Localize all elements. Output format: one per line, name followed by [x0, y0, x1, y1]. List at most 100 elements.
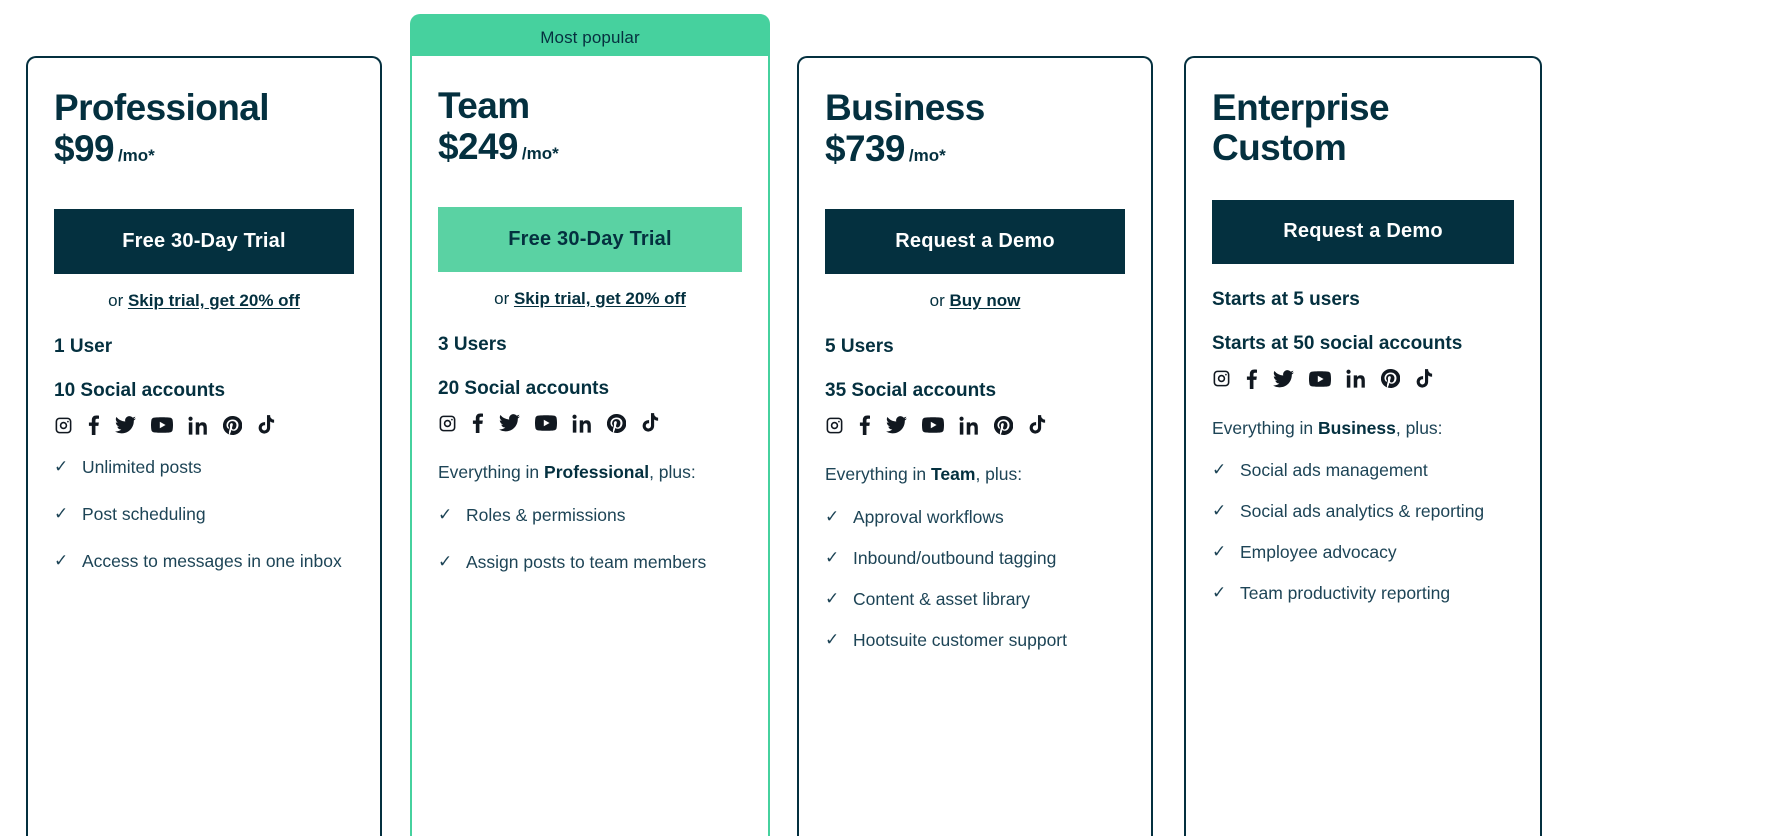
plan-cta-button[interactable]: Free 30-Day Trial	[54, 208, 354, 274]
twitter-icon	[115, 416, 136, 434]
feature-label: Approval workflows	[853, 507, 1004, 528]
plan-price-row: $249 /mo*	[438, 127, 742, 167]
feature-label: Employee advocacy	[1240, 541, 1397, 562]
twitter-icon	[1273, 369, 1294, 388]
social-network-icons	[54, 413, 354, 437]
feature-label: Social ads management	[1240, 460, 1428, 481]
feature-label: Unlimited posts	[82, 457, 202, 478]
alt-offer-line: or Skip trial, get 20% off	[54, 291, 354, 311]
plan-price-row: $99 /mo*	[54, 127, 354, 169]
plan-cta-button[interactable]: Request a Demo	[825, 208, 1125, 274]
youtube-icon	[535, 415, 557, 432]
feature-label: Social ads analytics & reporting	[1240, 501, 1485, 522]
facebook-icon	[88, 415, 100, 436]
alt-offer-link[interactable]: Buy now	[950, 291, 1021, 310]
alt-offer-link[interactable]: Skip trial, get 20% off	[514, 289, 686, 308]
linkedin-icon	[959, 416, 979, 435]
inherits-prefix: Everything in	[825, 464, 932, 485]
feature-list: ✓ Roles & permissions ✓ Assign posts to te…	[438, 501, 742, 577]
plan-card-business[interactable]: Business $739 /mo* Request a Demo or Buy…	[797, 56, 1153, 836]
feature-list: ✓ Social ads management ✓ Social ads analy…	[1212, 456, 1514, 608]
feature-label: Inbound/outbound tagging	[853, 547, 1057, 568]
inherits-plan: Team	[931, 464, 976, 485]
plan-price: Custom	[1212, 126, 1347, 168]
plan-users: 3 Users	[438, 333, 507, 355]
plan-price: $99	[54, 127, 115, 169]
plan-card-enterprise[interactable]: Enterprise Custom Request a Demo Starts …	[1184, 56, 1542, 836]
check-icon: ✓	[54, 457, 69, 477]
youtube-icon	[922, 417, 944, 434]
plan-period: /mo*	[117, 145, 155, 165]
feature-item: ✓ Social ads management	[1212, 456, 1514, 485]
youtube-icon	[1309, 370, 1331, 387]
tiktok-icon	[1415, 368, 1433, 389]
inherits-prefix: Everything in	[1212, 417, 1319, 438]
inherits-prefix: Everything in	[438, 462, 545, 483]
feature-label: Content & asset library	[853, 588, 1031, 609]
social-network-icons	[1212, 367, 1514, 391]
plan-cta-button[interactable]: Free 30-Day Trial	[438, 206, 742, 272]
check-icon: ✓	[825, 588, 840, 608]
most-popular-label: Most popular	[540, 28, 640, 47]
feature-label: Hootsuite customer support	[853, 629, 1067, 650]
pinterest-icon	[607, 413, 626, 433]
plan-card-team[interactable]: Team $249 /mo* Free 30-Day Trial or Skip…	[410, 56, 770, 836]
pricing-table: Most popular Professional $99 /mo* Free …	[0, 0, 1765, 836]
pinterest-icon	[994, 415, 1013, 435]
linkedin-icon	[188, 416, 208, 435]
plan-period: /mo*	[521, 143, 559, 163]
plan-card-professional[interactable]: Professional $99 /mo* Free 30-Day Trial …	[26, 56, 382, 836]
feature-label: Post scheduling	[82, 504, 206, 525]
plan-price: $739	[825, 127, 906, 169]
tiktok-icon	[257, 415, 275, 435]
plan-users: Starts at 5 users	[1212, 288, 1360, 310]
alt-offer-line: or Buy now	[825, 291, 1125, 311]
check-icon: ✓	[438, 505, 453, 525]
feature-item: ✓ Approval workflows	[825, 503, 1125, 532]
feature-item: ✓ Social ads analytics & reporting	[1212, 497, 1514, 526]
instagram-icon	[438, 414, 457, 433]
plan-name: Team	[438, 85, 530, 126]
plan-accounts: 20 Social accounts	[438, 378, 610, 400]
social-network-icons	[825, 413, 1125, 437]
twitter-icon	[886, 416, 907, 434]
instagram-icon	[1212, 369, 1231, 388]
facebook-icon	[472, 413, 484, 434]
facebook-icon	[859, 415, 871, 436]
plan-name: Professional	[54, 87, 269, 128]
feature-list: ✓ Unlimited posts ✓ Post scheduling ✓ Acces…	[54, 453, 354, 576]
feature-item: ✓ Content & asset library	[825, 585, 1125, 614]
alt-offer-prefix: or	[929, 290, 950, 310]
plan-cta-button[interactable]: Request a Demo	[1212, 199, 1514, 264]
check-icon: ✓	[825, 547, 840, 567]
alt-offer-link[interactable]: Skip trial, get 20% off	[128, 291, 300, 310]
inherits-line: Everything in Team, plus:	[825, 463, 1125, 487]
inherits-line: Everything in Professional, plus:	[438, 461, 742, 485]
check-icon: ✓	[825, 629, 840, 649]
plan-period: /mo*	[908, 145, 946, 165]
inherits-suffix: , plus:	[1395, 417, 1443, 438]
check-icon: ✓	[1212, 582, 1227, 602]
twitter-icon	[499, 414, 520, 432]
check-icon: ✓	[825, 507, 840, 527]
plan-name: Enterprise	[1212, 87, 1390, 128]
check-icon: ✓	[54, 504, 69, 524]
alt-offer-prefix: or	[108, 290, 128, 310]
feature-item: ✓ Team productivity reporting	[1212, 579, 1514, 608]
feature-item: ✓ Assign posts to team members	[438, 548, 742, 577]
check-icon: ✓	[1212, 541, 1227, 561]
tiktok-icon	[1028, 415, 1046, 435]
check-icon: ✓	[438, 551, 453, 571]
feature-item: ✓ Hootsuite customer support	[825, 626, 1125, 655]
pinterest-icon	[1381, 369, 1400, 388]
feature-item: ✓ Unlimited posts	[54, 453, 354, 482]
instagram-icon	[54, 416, 73, 435]
feature-item: ✓ Inbound/outbound tagging	[825, 544, 1125, 573]
feature-item: ✓ Post scheduling	[54, 500, 354, 529]
linkedin-icon	[572, 414, 592, 433]
linkedin-icon	[1346, 369, 1366, 388]
plan-price-row: $739 /mo*	[825, 127, 1125, 169]
inherits-suffix: , plus:	[975, 464, 1023, 485]
check-icon: ✓	[1212, 501, 1227, 521]
inherits-plan: Professional	[544, 462, 650, 483]
